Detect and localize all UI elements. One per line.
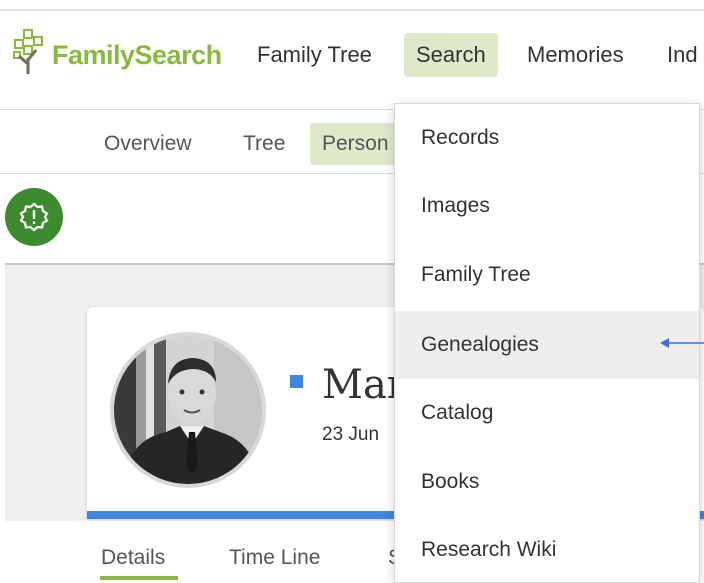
nav-memories[interactable]: Memories xyxy=(515,33,636,77)
person-lifespan: 23 Jun xyxy=(322,424,380,445)
tab-time-line[interactable]: Time Line xyxy=(229,546,320,570)
nav-search[interactable]: Search xyxy=(404,33,498,77)
familysearch-logo[interactable]: FamilySearch xyxy=(12,28,222,76)
portrait-image xyxy=(114,336,262,484)
logo-wordmark: FamilySearch xyxy=(52,40,222,70)
subnav-person[interactable]: Person xyxy=(310,123,401,165)
search-dropdown-menu: Records Images Family Tree Genealogies C… xyxy=(394,103,700,583)
active-tab-indicator xyxy=(100,576,178,580)
alert-button[interactable] xyxy=(5,188,63,246)
menu-item-family-tree[interactable]: Family Tree xyxy=(395,241,699,309)
menu-item-images[interactable]: Images xyxy=(395,172,699,240)
subnav-overview[interactable]: Overview xyxy=(92,123,204,165)
nav-family-tree[interactable]: Family Tree xyxy=(245,33,384,77)
nav-indexing[interactable]: Ind xyxy=(655,33,704,77)
gender-male-marker xyxy=(290,375,303,388)
menu-item-research-wiki[interactable]: Research Wiki xyxy=(395,516,699,583)
menu-item-books[interactable]: Books xyxy=(395,448,699,516)
menu-item-records[interactable]: Records xyxy=(395,104,699,172)
arrow-left-icon xyxy=(660,338,704,348)
tab-details[interactable]: Details xyxy=(101,546,165,570)
menu-item-catalog[interactable]: Catalog xyxy=(395,379,699,447)
alert-circle-icon xyxy=(19,202,49,232)
person-photo[interactable] xyxy=(110,332,266,488)
subnav-tree[interactable]: Tree xyxy=(231,123,297,165)
tree-logo-icon xyxy=(13,28,44,74)
menu-item-genealogies[interactable]: Genealogies xyxy=(395,311,699,379)
